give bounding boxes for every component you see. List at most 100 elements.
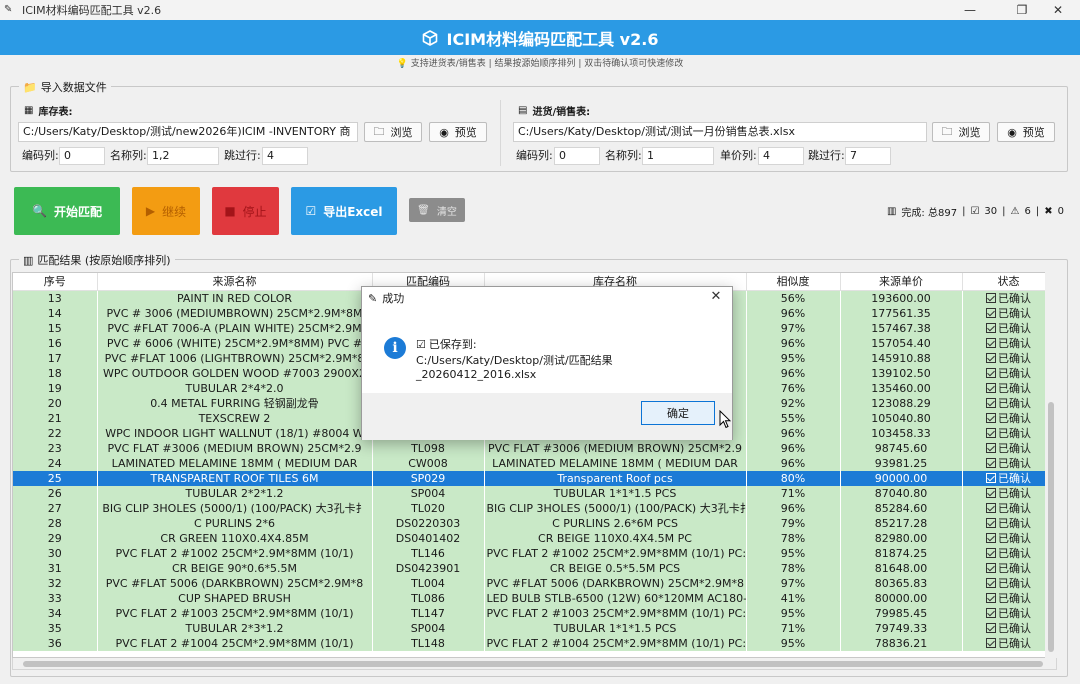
table-row[interactable]: 33 CUP SHAPED BRUSH TL086 LED BULB STLB-650… bbox=[13, 590, 1056, 606]
horizontal-scroll-thumb[interactable] bbox=[23, 661, 1043, 667]
status-cell[interactable]: 已确认 bbox=[962, 455, 1056, 471]
table-row[interactable]: 29 CR GREEN 110X0.4X4.85M DS0401402 CR BEIG… bbox=[13, 530, 1056, 546]
document-icon: ▦ bbox=[24, 105, 34, 116]
start-match-button[interactable]: 🔍 开始匹配 bbox=[14, 187, 120, 235]
status-cell[interactable]: 已确认 bbox=[962, 380, 1056, 396]
table-cell: 78% bbox=[746, 530, 841, 546]
column-header[interactable]: 相似度 bbox=[746, 273, 841, 291]
table-cell: 26 bbox=[13, 485, 98, 501]
inv-skip-input[interactable]: 4 bbox=[262, 147, 308, 165]
table-row[interactable]: 32 PVC #FLAT 5006 (DARKBROWN) 25CM*2.9M*8… bbox=[13, 575, 1056, 591]
table-row[interactable]: 23 PVC FLAT #3006 (MEDIUM BROWN) 25CM*2.9… bbox=[13, 440, 1056, 456]
status-cell[interactable]: 已确认 bbox=[962, 560, 1056, 576]
status-cell[interactable]: 已确认 bbox=[962, 395, 1056, 411]
table-cell: 80365.83 bbox=[840, 575, 963, 591]
table-row[interactable]: 28 C PURLINS 2*6 DS0220303 C PURLINS 2.6*6M… bbox=[13, 515, 1056, 531]
table-cell: 41% bbox=[746, 590, 841, 606]
column-header[interactable]: 来源单价 bbox=[840, 273, 963, 291]
table-row[interactable]: 31 CR BEIGE 90*0.6*5.5M DS0423901 CR BEIGE … bbox=[13, 560, 1056, 576]
sales-code-col-input[interactable]: 0 bbox=[554, 147, 600, 165]
column-header[interactable]: 来源名称 bbox=[97, 273, 373, 291]
table-cell: TEXSCREW 2 bbox=[97, 410, 373, 426]
status-label: 已确认 bbox=[998, 351, 1031, 365]
table-row[interactable]: 30 PVC FLAT 2 #1002 25CM*2.9M*8MM (10/1) T… bbox=[13, 545, 1056, 561]
table-row[interactable]: 25 TRANSPARENT ROOF TILES 6M SP029 Transpar… bbox=[13, 470, 1056, 486]
sales-path-input[interactable]: C:/Users/Katy/Desktop/测试/测试一月份销售总表.xlsx bbox=[513, 122, 927, 142]
sales-preview-button[interactable]: ◉ 预览 bbox=[997, 122, 1055, 142]
continue-button[interactable]: ▶ 继续 bbox=[132, 187, 200, 235]
status-cell[interactable]: 已确认 bbox=[962, 635, 1056, 651]
status-label: 已确认 bbox=[998, 456, 1031, 470]
table-cell: TL147 bbox=[372, 605, 485, 621]
bar-chart-icon: ▥ bbox=[23, 253, 34, 267]
status-cell[interactable]: 已确认 bbox=[962, 605, 1056, 621]
sales-browse-button[interactable]: 🗀 浏览 bbox=[932, 122, 990, 142]
status-cell[interactable]: 已确认 bbox=[962, 365, 1056, 381]
table-cell: 25 bbox=[13, 470, 98, 486]
sales-name-col-input[interactable]: 1 bbox=[642, 147, 714, 165]
vertical-scrollbar[interactable] bbox=[1045, 272, 1057, 658]
continue-label: 继续 bbox=[162, 204, 187, 219]
status-cell[interactable]: 已确认 bbox=[962, 590, 1056, 606]
column-header[interactable]: 序号 bbox=[13, 273, 98, 291]
status-cell[interactable]: 已确认 bbox=[962, 440, 1056, 456]
checkbox-icon bbox=[986, 352, 996, 363]
status-cell[interactable]: 已确认 bbox=[962, 470, 1056, 486]
table-row[interactable]: 24 LAMINATED MELAMINE 18MM ( MEDIUM DAR CW… bbox=[13, 455, 1056, 471]
sales-skip-input[interactable]: 7 bbox=[845, 147, 891, 165]
table-cell: DS0423901 bbox=[372, 560, 485, 576]
minimize-button[interactable]: — bbox=[948, 0, 992, 20]
folder-icon: 📁 bbox=[23, 80, 37, 94]
dialog-close-button[interactable]: ✕ bbox=[708, 289, 724, 305]
table-row[interactable]: 27 BIG CLIP 3HOLES (5000/1) (100/PACK) 大3… bbox=[13, 500, 1056, 516]
column-header[interactable]: 状态 bbox=[962, 273, 1056, 291]
table-row[interactable]: 26 TUBULAR 2*2*1.2 SP004 TUBULAR 1*1*1.5 PC… bbox=[13, 485, 1056, 501]
status-summary: ▥ 完成: 总897 | ☑ 30 | ⚠ 6 | ✖ 0 bbox=[887, 204, 1064, 219]
sales-price-col-input[interactable]: 4 bbox=[758, 147, 804, 165]
status-cell[interactable]: 已确认 bbox=[962, 350, 1056, 366]
table-cell: 32 bbox=[13, 575, 98, 591]
export-excel-button[interactable]: ☑ 导出Excel bbox=[291, 187, 397, 235]
stop-button[interactable]: ■ 停止 bbox=[212, 187, 279, 235]
status-cell[interactable]: 已确认 bbox=[962, 530, 1056, 546]
table-cell: 96% bbox=[746, 440, 841, 456]
status-cell[interactable]: 已确认 bbox=[962, 305, 1056, 321]
stop-icon: ■ bbox=[224, 204, 236, 218]
status-cell[interactable]: 已确认 bbox=[962, 485, 1056, 501]
status-cell[interactable]: 已确认 bbox=[962, 410, 1056, 426]
vertical-scroll-thumb[interactable] bbox=[1048, 402, 1054, 652]
inv-name-col-input[interactable]: 1,2 bbox=[147, 147, 219, 165]
horizontal-scrollbar[interactable] bbox=[12, 658, 1057, 670]
inv-code-col-input[interactable]: 0 bbox=[59, 147, 105, 165]
clear-button[interactable]: 🗑 清空 bbox=[409, 198, 465, 222]
inventory-browse-button[interactable]: 🗀 浏览 bbox=[364, 122, 422, 142]
status-label: 已确认 bbox=[998, 336, 1031, 350]
table-cell: DS0401402 bbox=[372, 530, 485, 546]
table-cell: 82980.00 bbox=[840, 530, 963, 546]
table-cell: CW008 bbox=[372, 455, 485, 471]
status-cell[interactable]: 已确认 bbox=[962, 320, 1056, 336]
table-cell: 36 bbox=[13, 635, 98, 651]
table-row[interactable]: 35 TUBULAR 2*3*1.2 SP004 TUBULAR 1*1*1.5 PC… bbox=[13, 620, 1056, 636]
table-row[interactable]: 34 PVC FLAT 2 #1003 25CM*2.9M*8MM (10/1) T… bbox=[13, 605, 1056, 621]
status-cell[interactable]: 已确认 bbox=[962, 515, 1056, 531]
table-cell: 34 bbox=[13, 605, 98, 621]
inventory-preview-button[interactable]: ◉ 预览 bbox=[429, 122, 487, 142]
table-cell: 27 bbox=[13, 500, 98, 516]
table-row[interactable]: 36 PVC FLAT 2 #1004 25CM*2.9M*8MM (10/1) T… bbox=[13, 635, 1056, 651]
status-cell[interactable]: 已确认 bbox=[962, 500, 1056, 516]
table-cell: 98745.60 bbox=[840, 440, 963, 456]
checkbox-icon: ☑ bbox=[305, 204, 317, 218]
inventory-path-input[interactable]: C:/Users/Katy/Desktop/测试/new2026年)ICIM -… bbox=[18, 122, 358, 142]
table-cell: 97% bbox=[746, 320, 841, 336]
status-cell[interactable]: 已确认 bbox=[962, 620, 1056, 636]
table-cell: TL020 bbox=[372, 500, 485, 516]
status-cell[interactable]: 已确认 bbox=[962, 545, 1056, 561]
status-cell[interactable]: 已确认 bbox=[962, 425, 1056, 441]
status-cell[interactable]: 已确认 bbox=[962, 575, 1056, 591]
status-cell[interactable]: 已确认 bbox=[962, 290, 1056, 306]
ok-button[interactable]: 确定 bbox=[641, 401, 715, 425]
status-cell[interactable]: 已确认 bbox=[962, 335, 1056, 351]
table-cell: PVC FLAT #3006 (MEDIUM BROWN) 25CM*2.9 bbox=[97, 440, 373, 456]
close-button[interactable]: ✕ bbox=[1036, 0, 1080, 20]
